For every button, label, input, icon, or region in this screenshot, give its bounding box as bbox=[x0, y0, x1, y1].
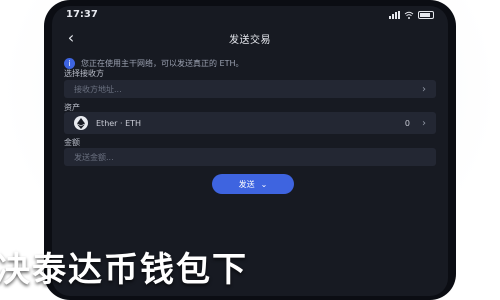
amount-placeholder: 发送金额... bbox=[74, 152, 114, 162]
notice-text: 您正在使用主干网络，可以发送真正的 ETH。 bbox=[81, 58, 244, 68]
chevron-right-icon: › bbox=[422, 83, 426, 95]
recipient-placeholder: 接收方地址... bbox=[74, 84, 122, 94]
recipient-label: 选择接收方 bbox=[64, 69, 104, 78]
asset-balance: 0 bbox=[404, 118, 410, 128]
amount-input[interactable]: 发送金额... bbox=[64, 148, 436, 166]
amount-label: 金额 bbox=[64, 138, 80, 147]
send-button[interactable]: 发送 ⌄ bbox=[212, 174, 294, 194]
network-notice: i 您正在使用主干网络，可以发送真正的 ETH。 bbox=[64, 54, 436, 72]
battery-icon bbox=[418, 11, 434, 19]
signal-icon bbox=[389, 11, 400, 19]
nav-bar: ‹ 发送交易 bbox=[52, 26, 448, 50]
wifi-icon bbox=[404, 11, 414, 19]
overlay-caption-text: 决泰达币钱包下 bbox=[0, 250, 248, 290]
status-time: 17:37 bbox=[66, 9, 98, 20]
asset-name: Ether · ETH bbox=[96, 118, 142, 128]
page-title: 发送交易 bbox=[229, 35, 271, 46]
chevron-right-icon: › bbox=[422, 117, 426, 129]
send-button-label: 发送 bbox=[238, 179, 255, 189]
asset-selector[interactable]: Ether · ETH 0 › bbox=[64, 112, 436, 134]
status-bar: 17:37 bbox=[52, 6, 448, 26]
status-icons bbox=[389, 11, 434, 19]
info-icon: i bbox=[64, 57, 75, 69]
chevron-down-icon: ⌄ bbox=[260, 179, 268, 189]
recipient-input[interactable]: 接收方地址... › bbox=[64, 80, 436, 98]
eth-logo-icon bbox=[74, 116, 88, 130]
overlay-caption: 决泰达币钱包下 bbox=[0, 242, 500, 290]
